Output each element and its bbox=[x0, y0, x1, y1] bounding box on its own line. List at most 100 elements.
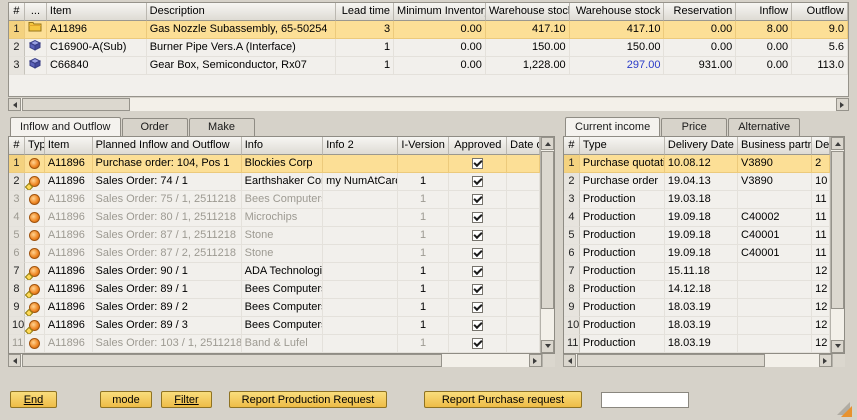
items-table-row[interactable]: 3C66840Gear Box, Semiconductor, Rx0710.0… bbox=[9, 57, 848, 75]
items-column-header[interactable]: Warehouse stock bbox=[570, 3, 665, 21]
items-column-header[interactable]: Warehouse stock bbox=[486, 3, 570, 21]
inflow-outflow-row[interactable]: 1A11896Purchase order: 104, Pos 1Blockie… bbox=[9, 155, 540, 173]
inflow-outflow-row[interactable]: 5A11896Sales Order: 87 / 1, 2511218Stone… bbox=[9, 227, 540, 245]
inflow-outflow-column-header[interactable]: Planned Inflow and Outflow bbox=[93, 137, 242, 155]
inflow-outflow-row[interactable]: 4A11896Sales Order: 80 / 1, 2511218Micro… bbox=[9, 209, 540, 227]
scrollbar-track[interactable] bbox=[831, 150, 844, 340]
items-table-hscrollbar[interactable] bbox=[8, 98, 849, 111]
inflow-outflow-column-header[interactable]: Date of or bbox=[507, 137, 540, 155]
current-income-column-header[interactable]: Delivery Date bbox=[665, 137, 738, 155]
scroll-left-button[interactable] bbox=[8, 98, 21, 111]
approved-checkbox[interactable] bbox=[472, 212, 483, 223]
scrollbar-thumb[interactable] bbox=[22, 354, 442, 367]
items-column-header[interactable]: Reservation bbox=[664, 3, 736, 21]
items-table-row[interactable]: 2C16900-A(Sub)Burner Pipe Vers.A (Interf… bbox=[9, 39, 848, 57]
current-income-column-header[interactable]: Business partner bbox=[738, 137, 812, 155]
scroll-left-button[interactable] bbox=[8, 354, 21, 367]
inflow-outflow-vscrollbar[interactable] bbox=[540, 137, 554, 353]
mode-button[interactable]: mode bbox=[100, 391, 152, 408]
footer-input[interactable] bbox=[601, 392, 689, 408]
current-income-row[interactable]: 6Production19.09.18C4000111 bbox=[564, 245, 830, 263]
inflow-outflow-row[interactable]: 2A11896Sales Order: 74 / 1Earthshaker Co… bbox=[9, 173, 540, 191]
items-column-header[interactable]: ... bbox=[25, 3, 47, 21]
current-income-vscrollbar[interactable] bbox=[830, 137, 844, 353]
inflow-outflow-row[interactable]: 8A11896Sales Order: 89 / 1Bees Computers… bbox=[9, 281, 540, 299]
approved-checkbox[interactable] bbox=[472, 284, 483, 295]
inflow-outflow-column-header[interactable]: Info bbox=[242, 137, 324, 155]
items-column-header[interactable]: Item bbox=[47, 3, 147, 21]
scroll-right-button[interactable] bbox=[529, 354, 542, 367]
filter-button[interactable]: Filter bbox=[161, 391, 212, 408]
scrollbar-track[interactable] bbox=[576, 354, 819, 367]
inflow-outflow-row[interactable]: 6A11896Sales Order: 87 / 2, 2511218Stone… bbox=[9, 245, 540, 263]
resize-grip-icon[interactable] bbox=[837, 402, 852, 417]
current-income-row[interactable]: 4Production19.09.18C4000211 bbox=[564, 209, 830, 227]
approved-checkbox[interactable] bbox=[472, 248, 483, 259]
scrollbar-track[interactable] bbox=[541, 150, 554, 340]
approved-checkbox[interactable] bbox=[472, 176, 483, 187]
inflow-outflow-row[interactable]: 10A11896Sales Order: 89 / 3Bees Computer… bbox=[9, 317, 540, 335]
current-income-column-header[interactable]: # bbox=[564, 137, 580, 155]
current-income-hscrollbar[interactable] bbox=[563, 354, 832, 367]
inflow-outflow-column-header[interactable]: Item bbox=[45, 137, 93, 155]
scrollbar-thumb[interactable] bbox=[577, 354, 765, 367]
items-column-header[interactable]: Minimum Inventory bbox=[394, 3, 486, 21]
scroll-up-button[interactable] bbox=[831, 137, 844, 150]
approved-checkbox[interactable] bbox=[472, 230, 483, 241]
inflow-outflow-row[interactable]: 7A11896Sales Order: 90 / 1ADA Technologi… bbox=[9, 263, 540, 281]
scroll-right-button[interactable] bbox=[836, 98, 849, 111]
scroll-up-button[interactable] bbox=[541, 137, 554, 150]
right-tab-current-income[interactable]: Current income bbox=[565, 117, 660, 136]
scroll-left-button[interactable] bbox=[563, 354, 576, 367]
current-income-row[interactable]: 10Production18.03.1912 bbox=[564, 317, 830, 335]
approved-checkbox[interactable] bbox=[472, 338, 483, 349]
right-tab-price[interactable]: Price bbox=[661, 118, 727, 136]
left-tab-make[interactable]: Make bbox=[189, 118, 255, 136]
left-tab-order[interactable]: Order bbox=[122, 118, 188, 136]
scroll-down-button[interactable] bbox=[831, 340, 844, 353]
left-tab-inflow-and-outflow[interactable]: Inflow and Outflow bbox=[10, 117, 121, 136]
items-column-header[interactable]: Outflow bbox=[792, 3, 848, 21]
approved-checkbox[interactable] bbox=[472, 320, 483, 331]
current-income-row[interactable]: 1Purchase quotation10.08.12V38902 bbox=[564, 155, 830, 173]
inflow-outflow-column-header[interactable]: Typ bbox=[25, 137, 45, 155]
inflow-outflow-column-header[interactable]: Approved bbox=[449, 137, 507, 155]
scroll-right-button[interactable] bbox=[819, 354, 832, 367]
scroll-down-button[interactable] bbox=[541, 340, 554, 353]
current-income-column-header[interactable]: Type bbox=[580, 137, 665, 155]
current-income-row[interactable]: 2Purchase order19.04.13V389010 bbox=[564, 173, 830, 191]
inflow-outflow-column-header[interactable]: # bbox=[9, 137, 25, 155]
items-column-header[interactable]: # bbox=[9, 3, 25, 21]
current-income-row[interactable]: 5Production19.09.18C4000111 bbox=[564, 227, 830, 245]
inflow-outflow-row[interactable]: 3A11896Sales Order: 75 / 1, 2511218Bees … bbox=[9, 191, 540, 209]
approved-checkbox[interactable] bbox=[472, 302, 483, 313]
approved-checkbox[interactable] bbox=[472, 266, 483, 277]
items-table-row[interactable]: 1A11896Gas Nozzle Subassembly, 65-502543… bbox=[9, 21, 848, 39]
warehouse-stock-link[interactable]: 297.00 bbox=[570, 57, 665, 75]
items-column-header[interactable]: Description bbox=[147, 3, 337, 21]
inflow-outflow-row[interactable]: 9A11896Sales Order: 89 / 2Bees Computers… bbox=[9, 299, 540, 317]
scrollbar-track[interactable] bbox=[21, 98, 836, 111]
items-column-header[interactable]: Lead time bbox=[336, 3, 394, 21]
report-purchase-request-button[interactable]: Report Purchase request bbox=[424, 391, 582, 408]
scrollbar-thumb[interactable] bbox=[831, 151, 844, 309]
inflow-outflow-hscrollbar[interactable] bbox=[8, 354, 542, 367]
report-production-request-button[interactable]: Report Production Request bbox=[229, 391, 387, 408]
current-income-row[interactable]: 9Production18.03.1912 bbox=[564, 299, 830, 317]
current-income-row[interactable]: 11Production18.03.1912 bbox=[564, 335, 830, 353]
right-tab-alternative[interactable]: Alternative bbox=[728, 118, 800, 136]
approved-checkbox[interactable] bbox=[472, 158, 483, 169]
current-income-row[interactable]: 8Production14.12.1812 bbox=[564, 281, 830, 299]
current-income-column-header[interactable]: De bbox=[812, 137, 830, 155]
inflow-outflow-column-header[interactable]: I-Version bbox=[398, 137, 450, 155]
current-income-row[interactable]: 7Production15.11.1812 bbox=[564, 263, 830, 281]
inflow-outflow-row[interactable]: 11A11896Sales Order: 103 / 1, 2511218Ban… bbox=[9, 335, 540, 353]
scrollbar-thumb[interactable] bbox=[541, 151, 554, 309]
inflow-outflow-column-header[interactable]: Info 2 bbox=[323, 137, 398, 155]
end-button[interactable]: End bbox=[10, 391, 57, 408]
items-column-header[interactable]: Inflow bbox=[736, 3, 792, 21]
approved-checkbox[interactable] bbox=[472, 194, 483, 205]
scrollbar-track[interactable] bbox=[21, 354, 529, 367]
scrollbar-thumb[interactable] bbox=[22, 98, 130, 111]
current-income-row[interactable]: 3Production19.03.1811 bbox=[564, 191, 830, 209]
